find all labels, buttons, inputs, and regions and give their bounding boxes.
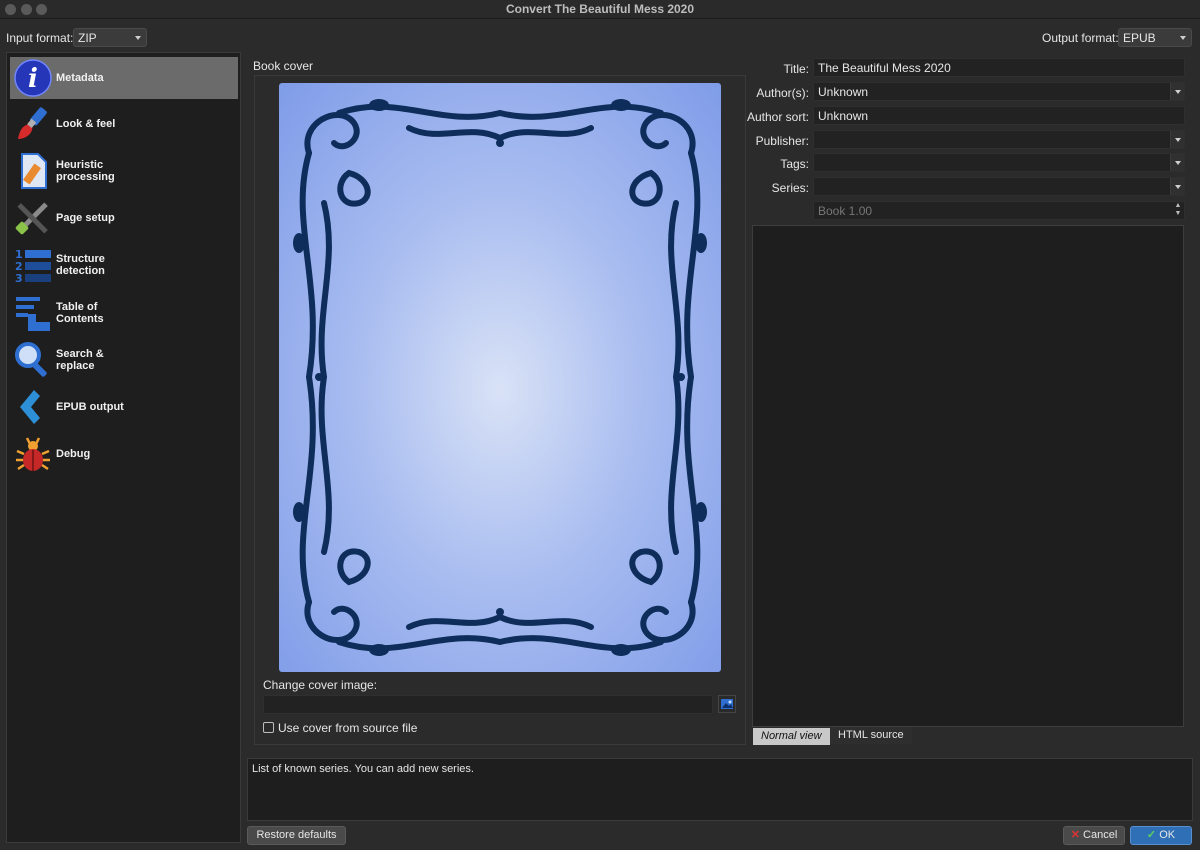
restore-defaults-label: Restore defaults bbox=[256, 829, 337, 841]
image-icon bbox=[721, 699, 733, 709]
series-index-value: Book 1.00 bbox=[818, 204, 873, 218]
series-index-spinbox[interactable]: Book 1.00 ▲ ▼ bbox=[813, 201, 1185, 220]
title-label: Title: bbox=[783, 62, 809, 76]
authors-label: Author(s): bbox=[756, 86, 809, 100]
sidebar-item-label: Metadata bbox=[56, 72, 104, 84]
series-label: Series: bbox=[771, 181, 809, 195]
epub-icon bbox=[20, 390, 40, 424]
authors-value: Unknown bbox=[818, 85, 869, 99]
tags-label: Tags: bbox=[780, 157, 809, 171]
series-combo[interactable] bbox=[813, 177, 1185, 196]
sidebar-item-look-and-feel[interactable]: Look & feel bbox=[10, 103, 238, 145]
svg-text:i: i bbox=[28, 64, 38, 94]
toc-icon bbox=[16, 297, 50, 331]
sidebar-item-debug[interactable]: Debug bbox=[10, 433, 238, 475]
use-cover-from-source-label: Use cover from source file bbox=[278, 721, 418, 735]
sidebar-item-table-of-contents[interactable]: Table of Contents bbox=[10, 292, 238, 334]
author-sort-input[interactable]: Unknown bbox=[813, 106, 1185, 125]
paintbrush-icon bbox=[18, 107, 47, 139]
document-edit-icon bbox=[21, 153, 47, 189]
cover-image[interactable] bbox=[279, 83, 721, 672]
tab-normal-view[interactable]: Normal view bbox=[753, 728, 830, 745]
svg-text:3: 3 bbox=[15, 272, 23, 284]
chevron-down-icon[interactable] bbox=[1170, 178, 1184, 195]
sidebar-item-label: Heuristic processing bbox=[56, 159, 115, 183]
cover-path-input[interactable] bbox=[263, 695, 713, 714]
author-sort-label: Author sort: bbox=[746, 110, 809, 124]
sidebar-item-label: EPUB output bbox=[56, 401, 124, 413]
sidebar: i Metadata Look & feel Heuristic process… bbox=[6, 52, 241, 843]
publisher-combo[interactable] bbox=[813, 130, 1185, 149]
change-cover-label: Change cover image: bbox=[263, 678, 378, 692]
sidebar-item-label: Table of Contents bbox=[56, 301, 104, 325]
tab-html-source[interactable]: HTML source bbox=[830, 727, 912, 744]
browse-cover-button[interactable] bbox=[718, 695, 736, 713]
ok-label: OK bbox=[1159, 829, 1176, 841]
info-icon: i bbox=[14, 59, 52, 97]
bug-icon bbox=[16, 437, 50, 471]
sidebar-item-heuristic-processing[interactable]: Heuristic processing bbox=[10, 150, 238, 192]
sidebar-item-label: Debug bbox=[56, 448, 91, 460]
input-format-select[interactable]: ZIP bbox=[73, 28, 147, 47]
sidebar-item-label: Page setup bbox=[56, 212, 115, 224]
chevron-down-icon bbox=[135, 36, 141, 40]
sidebar-item-search-and-replace[interactable]: Search & replace bbox=[10, 339, 238, 381]
cancel-label: Cancel bbox=[1083, 829, 1118, 841]
chevron-down-icon[interactable] bbox=[1170, 83, 1184, 100]
use-cover-from-source-checkbox[interactable] bbox=[263, 722, 274, 733]
sidebar-item-label: Structure detection bbox=[56, 253, 105, 277]
output-format-value: EPUB bbox=[1123, 31, 1156, 45]
checkmark-icon: ✓ bbox=[1146, 829, 1157, 841]
output-format-select[interactable]: EPUB bbox=[1118, 28, 1192, 47]
tags-combo[interactable] bbox=[813, 153, 1185, 172]
help-text-box: List of known series. You can add new se… bbox=[247, 758, 1193, 821]
cancel-icon: ✕ bbox=[1070, 829, 1080, 841]
magnifier-icon bbox=[15, 342, 47, 377]
sidebar-item-label: Search & replace bbox=[56, 348, 104, 372]
sidebar-item-metadata[interactable]: i Metadata bbox=[10, 57, 238, 99]
title-input[interactable]: The Beautiful Mess 2020 bbox=[813, 58, 1185, 77]
input-format-label: Input format: bbox=[6, 31, 74, 45]
output-format-label: Output format: bbox=[1042, 31, 1119, 45]
sidebar-item-page-setup[interactable]: Page setup bbox=[10, 197, 238, 239]
publisher-label: Publisher: bbox=[755, 134, 809, 148]
comments-editor[interactable] bbox=[752, 225, 1184, 727]
ornamental-frame-icon bbox=[293, 99, 707, 656]
chevron-down-icon[interactable] bbox=[1170, 131, 1184, 148]
window-title: Convert The Beautiful Mess 2020 bbox=[505, 2, 695, 16]
sidebar-item-epub-output[interactable]: EPUB output bbox=[10, 386, 238, 428]
title-bar: Convert The Beautiful Mess 2020 bbox=[0, 0, 1200, 19]
numbered-list-icon: 1 2 3 bbox=[15, 248, 51, 284]
ok-button[interactable]: ✓ OK bbox=[1130, 826, 1192, 845]
chevron-down-icon bbox=[1180, 36, 1186, 40]
input-format-value: ZIP bbox=[78, 31, 97, 45]
sidebar-item-label: Look & feel bbox=[56, 118, 116, 130]
sidebar-item-structure-detection[interactable]: 1 2 3 Structure detection bbox=[10, 244, 238, 286]
spin-arrows-icon[interactable]: ▲ ▼ bbox=[1172, 202, 1184, 219]
restore-defaults-button[interactable]: Restore defaults bbox=[247, 826, 346, 845]
cancel-button[interactable]: ✕ Cancel bbox=[1063, 826, 1125, 845]
book-cover-heading: Book cover bbox=[253, 59, 314, 73]
chevron-down-icon[interactable] bbox=[1170, 154, 1184, 171]
authors-combo[interactable]: Unknown bbox=[813, 82, 1185, 101]
tools-icon bbox=[15, 202, 48, 235]
help-text: List of known series. You can add new se… bbox=[252, 763, 474, 775]
